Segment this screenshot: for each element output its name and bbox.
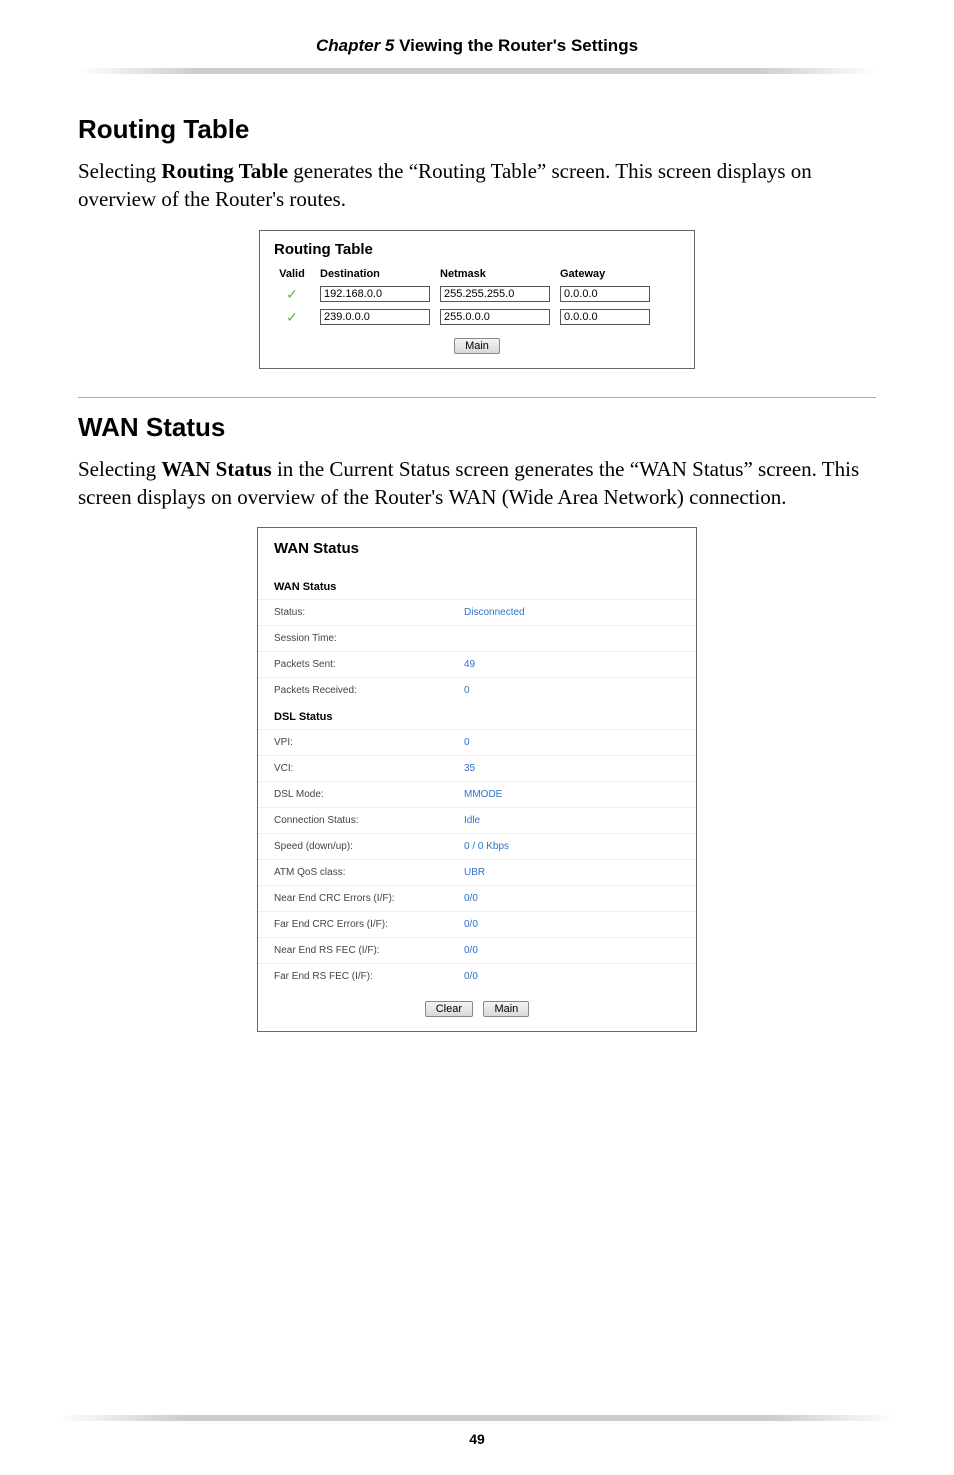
wan-status-row: DSL Mode:MMODE	[258, 781, 696, 807]
text: Selecting	[78, 457, 161, 481]
wan-row-label: ATM QoS class:	[274, 867, 464, 878]
main-button[interactable]: Main	[454, 338, 500, 354]
figure-title: Routing Table	[274, 241, 680, 258]
wan-row-value: 0 / 0 Kbps	[464, 841, 509, 852]
wan-row-value: 49	[464, 659, 475, 670]
chapter-header: Chapter 5 Viewing the Router's Settings	[78, 36, 876, 66]
col-header-destination: Destination	[320, 268, 430, 280]
wan-status-row: ATM QoS class:UBR	[258, 859, 696, 885]
wan-status-row: Status:Disconnected	[258, 599, 696, 625]
wan-status-figure: WAN Status WAN Status Status:Disconnecte…	[257, 527, 697, 1032]
text: in the Current Status screen generates t…	[272, 457, 639, 481]
wan-row-value: 0/0	[464, 945, 478, 956]
wan-row-label: Near End RS FEC (I/F):	[274, 945, 464, 956]
netmask-input[interactable]	[440, 286, 550, 302]
destination-input[interactable]	[320, 309, 430, 325]
text-bold: WAN Status	[161, 457, 271, 481]
netmask-input[interactable]	[440, 309, 550, 325]
wan-row-value: 0/0	[464, 971, 478, 982]
header-rule	[78, 68, 876, 74]
wan-group-head: WAN Status	[258, 573, 696, 599]
text: (Wide Area Network) connection.	[496, 485, 786, 509]
section-heading-wan-status: WAN Status	[78, 412, 876, 443]
wan-row-label: Near End CRC Errors (I/F):	[274, 893, 464, 904]
section-divider	[78, 397, 876, 398]
footer-rule	[58, 1415, 896, 1421]
wan-row-value: Disconnected	[464, 607, 525, 618]
text-bold: Routing Table	[161, 159, 288, 183]
wan-row-label: DSL Mode:	[274, 789, 464, 800]
destination-input[interactable]	[320, 286, 430, 302]
main-button[interactable]: Main	[483, 1001, 529, 1017]
wan-status-row: Packets Received:0	[258, 677, 696, 703]
col-header-valid: Valid	[274, 268, 310, 280]
wan-row-label: Far End CRC Errors (I/F):	[274, 919, 464, 930]
routing-table-header-row: Valid Destination Netmask Gateway	[274, 268, 680, 280]
section2-paragraph: Selecting WAN Status in the Current Stat…	[78, 455, 876, 512]
text-smallcaps: WAN	[449, 485, 497, 509]
wan-row-label: Speed (down/up):	[274, 841, 464, 852]
wan-row-label: VPI:	[274, 737, 464, 748]
gateway-input[interactable]	[560, 286, 650, 302]
wan-row-label: Session Time:	[274, 633, 464, 644]
routing-table-figure: Routing Table Valid Destination Netmask …	[259, 230, 695, 369]
text: Selecting	[78, 159, 161, 183]
wan-status-row: Near End CRC Errors (I/F):0/0	[258, 885, 696, 911]
wan-status-row: Speed (down/up):0 / 0 Kbps	[258, 833, 696, 859]
clear-button[interactable]: Clear	[425, 1001, 473, 1017]
routing-table-row: ✓	[274, 309, 680, 326]
wan-row-value: 0/0	[464, 893, 478, 904]
section1-paragraph: Selecting Routing Table generates the “R…	[78, 157, 876, 214]
wan-row-label: Connection Status:	[274, 815, 464, 826]
wan-row-value: UBR	[464, 867, 485, 878]
section-heading-routing-table: Routing Table	[78, 114, 876, 145]
page-number: 49	[0, 1431, 954, 1447]
wan-row-label: Far End RS FEC (I/F):	[274, 971, 464, 982]
wan-status-row: Session Time:	[258, 625, 696, 651]
wan-row-value: 0	[464, 685, 470, 696]
wan-row-label: Status:	[274, 607, 464, 618]
wan-status-row: Far End RS FEC (I/F):0/0	[258, 963, 696, 989]
check-icon: ✓	[274, 309, 310, 326]
wan-status-row: Packets Sent:49	[258, 651, 696, 677]
col-header-netmask: Netmask	[440, 268, 550, 280]
wan-group-head: DSL Status	[258, 703, 696, 729]
wan-row-label: Packets Received:	[274, 685, 464, 696]
wan-row-value: Idle	[464, 815, 480, 826]
wan-status-row: Connection Status:Idle	[258, 807, 696, 833]
col-header-gateway: Gateway	[560, 268, 650, 280]
gateway-input[interactable]	[560, 309, 650, 325]
check-icon: ✓	[274, 286, 310, 303]
wan-row-label: VCI:	[274, 763, 464, 774]
chapter-label: Chapter 5	[316, 36, 394, 55]
routing-table-row: ✓	[274, 286, 680, 303]
wan-row-label: Packets Sent:	[274, 659, 464, 670]
chapter-title: Viewing the Router's Settings	[394, 36, 638, 55]
wan-row-value: 0/0	[464, 919, 478, 930]
text-smallcaps: WAN	[639, 457, 687, 481]
wan-row-value: MMODE	[464, 789, 502, 800]
wan-status-row: Near End RS FEC (I/F):0/0	[258, 937, 696, 963]
wan-status-row: Far End CRC Errors (I/F):0/0	[258, 911, 696, 937]
wan-row-value: 0	[464, 737, 470, 748]
wan-status-row: VCI:35	[258, 755, 696, 781]
wan-status-row: VPI:0	[258, 729, 696, 755]
figure-title: WAN Status	[258, 540, 696, 563]
wan-row-value: 35	[464, 763, 475, 774]
